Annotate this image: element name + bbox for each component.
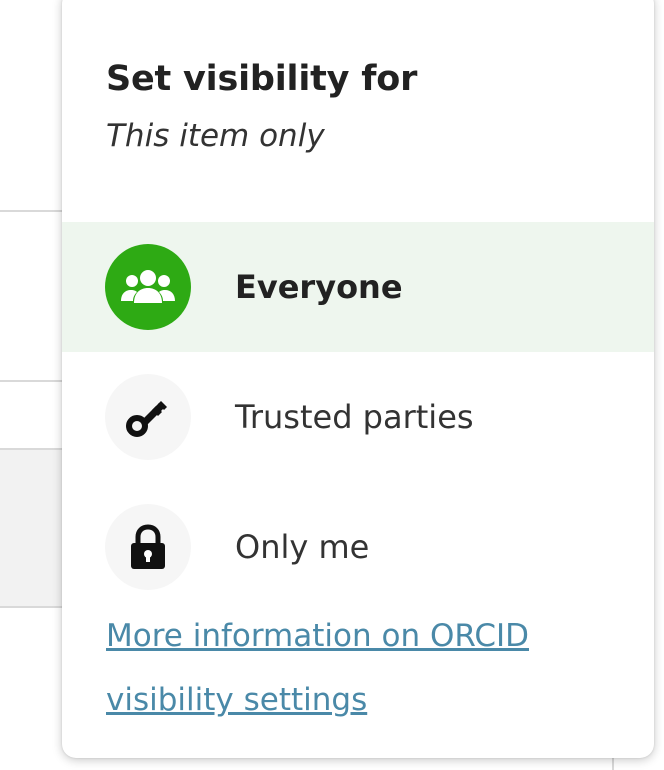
visibility-option-trusted-parties[interactable]: Trusted parties xyxy=(62,352,654,482)
background-panel xyxy=(0,448,70,608)
more-information-link[interactable]: More information on ORCID visibility set… xyxy=(106,604,636,732)
background-divider xyxy=(0,210,70,212)
visibility-option-label: Trusted parties xyxy=(235,398,474,436)
popover-header: Set visibility for This item only xyxy=(106,58,634,156)
key-icon xyxy=(105,374,191,460)
visibility-option-everyone[interactable]: Everyone xyxy=(62,222,654,352)
visibility-option-only-me[interactable]: Only me xyxy=(62,482,654,612)
popover-title: Set visibility for xyxy=(106,59,418,99)
visibility-option-label: Everyone xyxy=(235,268,403,306)
background-divider xyxy=(0,380,70,382)
popover-subtitle: This item only xyxy=(106,118,325,154)
lock-icon xyxy=(105,504,191,590)
visibility-option-label: Only me xyxy=(235,528,370,566)
group-icon xyxy=(105,244,191,330)
visibility-popover: Set visibility for This item only Everyo… xyxy=(62,0,654,758)
